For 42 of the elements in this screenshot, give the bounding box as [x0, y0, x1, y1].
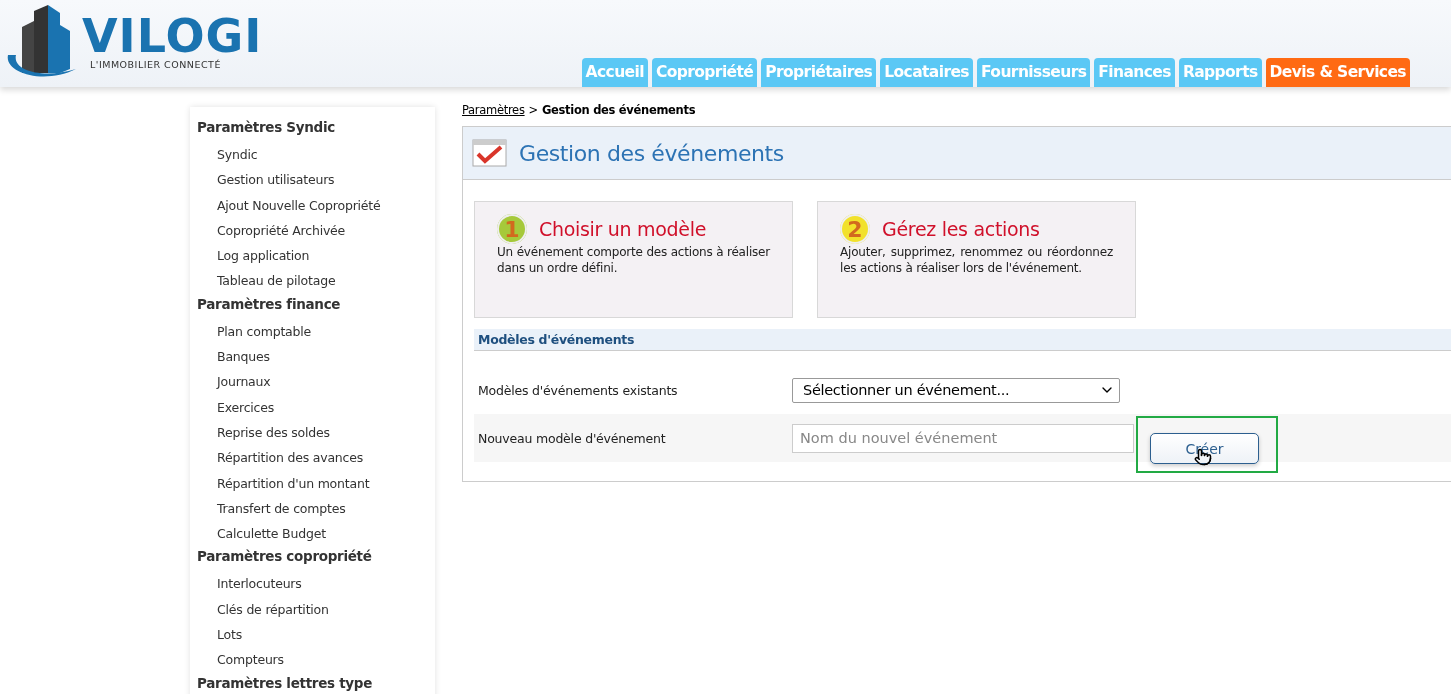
sidebar-item[interactable]: Tableau de pilotage	[190, 268, 435, 294]
step-number: 2	[840, 214, 870, 244]
sidebar-item[interactable]: Plan comptable	[190, 318, 435, 345]
breadcrumb-current: Gestion des événements	[541, 103, 696, 117]
sidebar-item[interactable]: Copropriété Archivée	[190, 217, 435, 244]
step-title: Choisir un modèle	[539, 218, 707, 240]
sidebar-item[interactable]: Banques	[190, 344, 435, 370]
sidebar-item[interactable]: Syndic	[190, 142, 435, 168]
sidebar-item[interactable]: Interlocuteurs	[190, 571, 435, 597]
sidebar-item[interactable]: Journaux	[190, 369, 435, 395]
sidebar-item[interactable]: Ajout Nouvelle Copropriété	[190, 192, 435, 218]
create-button[interactable]: Créer	[1150, 433, 1259, 464]
sidebar-item[interactable]: Lots	[190, 622, 435, 648]
sidebar-item[interactable]: Transfert de comptes	[190, 495, 435, 522]
logo-tagline: L'IMMOBILIER CONNECTÉ	[90, 59, 221, 70]
sidebar-item[interactable]: Répartition des avances	[190, 445, 435, 471]
sidebar-item[interactable]: Calculette Budget	[190, 521, 435, 547]
sidebar-item[interactable]: Exercices	[190, 394, 435, 420]
sidebar-item[interactable]: Compteurs	[190, 647, 435, 673]
page-title: Gestion des événements	[519, 140, 784, 166]
section-title: Modèles d'événements	[474, 329, 1451, 351]
sidebar-item[interactable]: Clés de répartition	[190, 596, 435, 623]
breadcrumb-link[interactable]: Paramètres	[462, 103, 525, 117]
sidebar-item[interactable]: Répartition d'un montant	[190, 470, 435, 496]
event-select[interactable]: Sélectionner un événement...	[792, 377, 1120, 403]
step-description: Un événement comporte des actions à réaliser dans un ordre défini.	[497, 244, 770, 276]
sidebar-group-title: Paramètres finance	[196, 294, 342, 314]
field-label: Modèles d'événements existants	[477, 382, 679, 398]
step-number: 1	[497, 214, 527, 244]
sidebar-group-title: Paramètres Syndic	[196, 118, 336, 137]
checklist-icon	[472, 139, 507, 167]
logo-name: VILOGI	[82, 13, 263, 59]
breadcrumb-separator: >	[528, 103, 538, 117]
field-label: Nouveau modèle d'événement	[477, 430, 667, 446]
sidebar-item[interactable]: Reprise des soldes	[190, 419, 435, 446]
step-description: Ajouter, supprimez, renommez ou réordonnez les actions à réaliser lors de l'événement.	[840, 244, 1113, 276]
sidebar-group-title: Paramètres copropriété	[196, 547, 373, 567]
sidebar-item[interactable]: Gestion utilisateurs	[190, 167, 435, 193]
sidebar-item[interactable]: Log application	[190, 243, 435, 269]
name-input-field[interactable]: Nom du nouvel événement	[792, 423, 1134, 453]
sidebar-group-title: Paramètres lettres type	[196, 673, 374, 693]
step-title: Gérez les actions	[882, 218, 1040, 240]
